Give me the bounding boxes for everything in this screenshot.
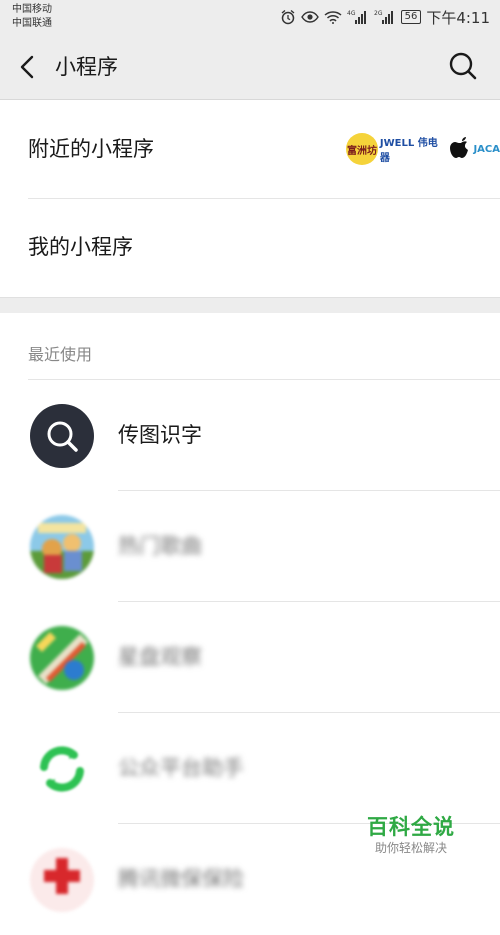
battery-icon: 56 (400, 10, 422, 24)
thumb-shop-logo: 富洲坊 (346, 133, 378, 165)
recent-item-name: 热门歌曲 (118, 534, 202, 558)
status-time: 下午4:11 (426, 8, 490, 27)
nav-bar: 小程序 (0, 33, 500, 100)
search-icon[interactable] (448, 51, 478, 81)
status-bar: 中国移动 中国联通 4G 2G 56 下午4:11 (0, 0, 500, 33)
my-mini-programs-row[interactable]: 我的小程序 (0, 199, 500, 296)
search-icon (30, 404, 94, 468)
recent-item-4[interactable]: 公众平台助手 (0, 713, 500, 824)
recent-item-name: 传图识字 (118, 423, 202, 447)
thumb-java-logo: JACA (473, 143, 500, 155)
watermark: 百科全说 助你轻松解决 (367, 814, 455, 856)
page-title: 小程序 (55, 55, 118, 79)
alarm-icon (281, 9, 295, 25)
wifi-icon (324, 11, 342, 24)
carrier-2: 中国联通 (12, 18, 52, 29)
nearby-mini-programs-row[interactable]: 附近的小程序 富洲坊 JWELL 伟电器 JACA (0, 100, 500, 198)
carrier-1: 中国移动 (12, 4, 52, 15)
svg-text:4G: 4G (347, 10, 356, 17)
signal-4g-icon: 4G (347, 10, 366, 24)
recent-item-image-text-recognition[interactable]: 传图识字 (0, 380, 500, 491)
nearby-mini-programs-label: 附近的小程序 (28, 137, 154, 161)
thumb-appliance-logo: JWELL 伟电器 (379, 138, 438, 164)
section-gap (0, 297, 500, 313)
refresh-icon (30, 737, 94, 801)
watermark-title: 百科全说 (367, 815, 455, 839)
nearby-thumbnails: 富洲坊 JWELL 伟电器 JACA (346, 133, 500, 165)
recent-item-name: 腾讯微保保险 (118, 867, 244, 891)
recent-section-header: 最近使用 (28, 345, 93, 364)
signal-2g-icon: 2G (374, 10, 393, 24)
recent-item-name: 公众平台助手 (118, 756, 244, 780)
recent-item-3[interactable]: 星盘观察 (0, 602, 500, 713)
status-icons: 4G 2G 56 下午4:11 (280, 7, 490, 27)
eye-icon (300, 11, 319, 23)
app-avatar (30, 848, 94, 912)
app-avatar (30, 626, 94, 690)
svg-text:2G: 2G (374, 10, 383, 17)
apple-logo-icon (449, 137, 468, 158)
watermark-subtitle: 助你轻松解决 (374, 841, 447, 855)
recent-item-2[interactable]: 热门歌曲 (0, 491, 500, 602)
my-mini-programs-label: 我的小程序 (28, 235, 133, 259)
app-avatar (30, 515, 94, 579)
recent-item-name: 星盘观察 (118, 645, 202, 669)
chevron-left-icon[interactable] (14, 53, 42, 81)
